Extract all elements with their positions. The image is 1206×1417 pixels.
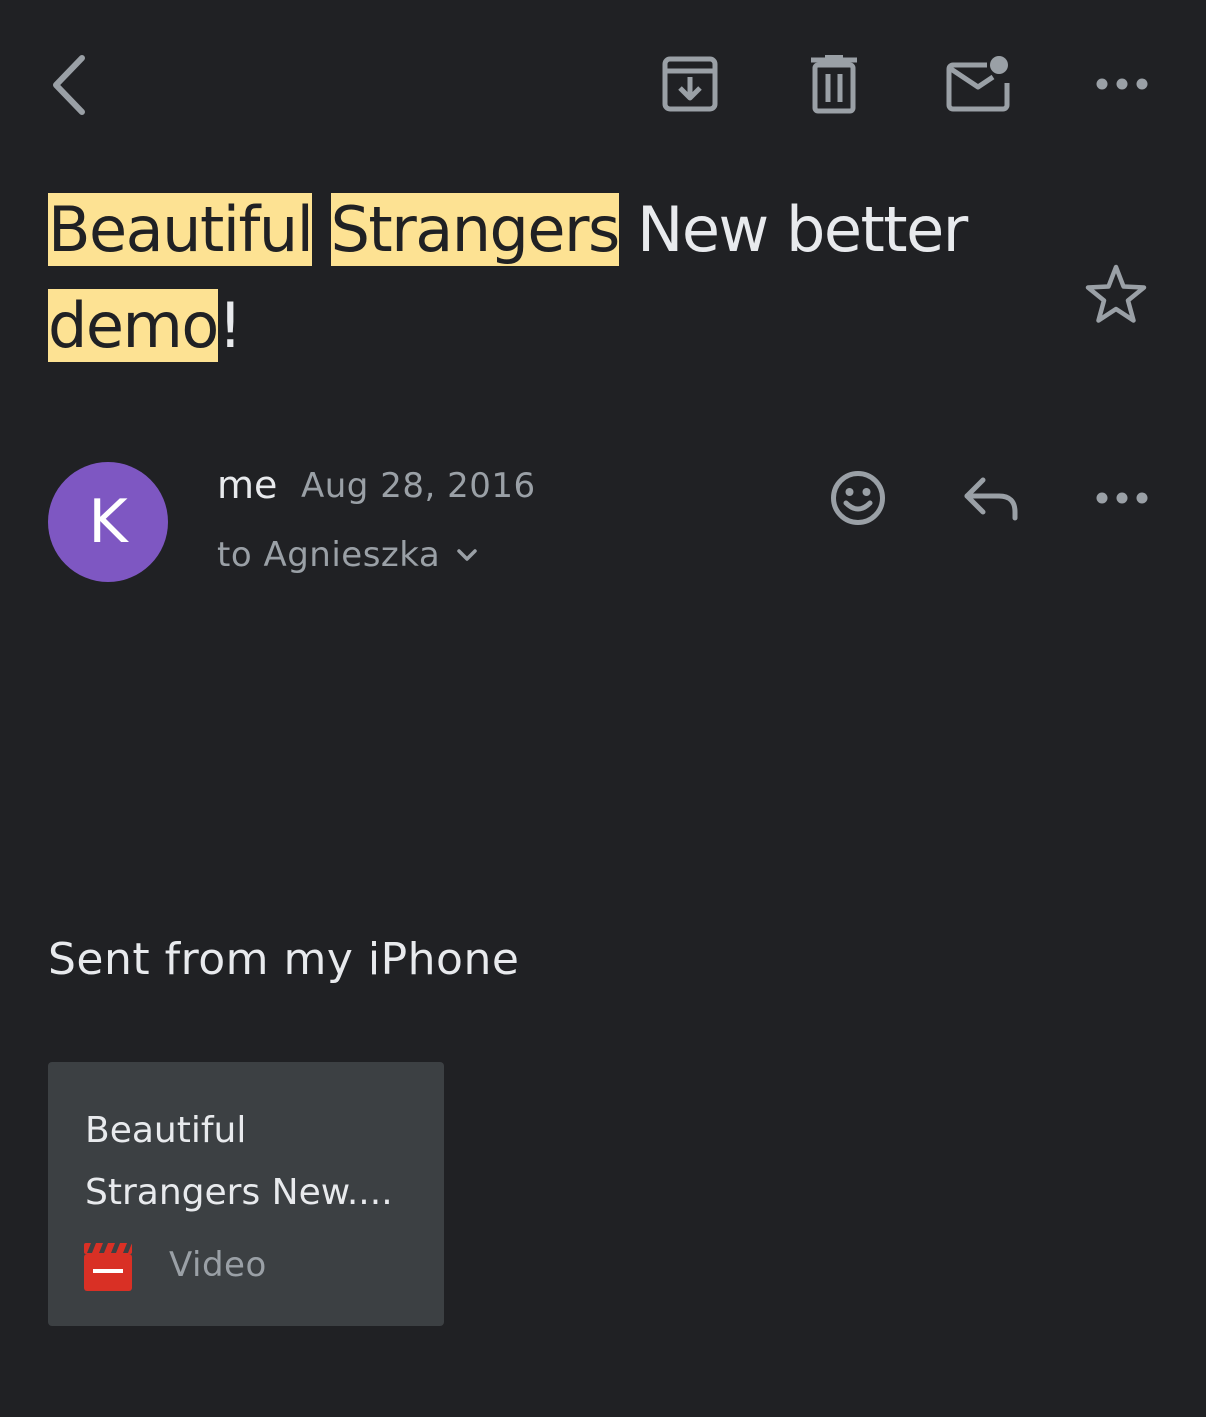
- delete-button[interactable]: [800, 50, 868, 118]
- message-more-button[interactable]: [1090, 478, 1154, 518]
- message-date: Aug 28, 2016: [301, 466, 536, 506]
- subject-highlight: Strangers: [330, 193, 620, 266]
- more-horizontal-icon: [1096, 78, 1148, 90]
- sender-avatar[interactable]: K: [48, 462, 168, 582]
- subject-highlight: demo: [48, 289, 219, 362]
- emoji-reaction-icon: [831, 471, 885, 525]
- mark-unread-icon: [946, 56, 1010, 112]
- recipient-details-toggle[interactable]: to Agnieszka: [217, 535, 478, 575]
- star-button[interactable]: [1080, 258, 1152, 330]
- avatar-letter: K: [88, 487, 128, 557]
- mark-unread-button[interactable]: [944, 50, 1012, 118]
- more-options-button[interactable]: [1090, 64, 1154, 104]
- recipient-label: to Agnieszka: [217, 535, 441, 575]
- sender-name: me: [217, 463, 278, 507]
- chevron-down-icon: [457, 549, 477, 561]
- reply-button[interactable]: [956, 464, 1026, 532]
- archive-icon: [662, 56, 718, 112]
- back-arrow-icon: [53, 55, 85, 115]
- back-button[interactable]: [40, 50, 96, 120]
- video-clapper-icon: [84, 1243, 132, 1291]
- trash-icon: [811, 55, 857, 114]
- emoji-reaction-button[interactable]: [824, 464, 892, 532]
- star-outline-icon: [1085, 264, 1147, 323]
- more-horizontal-icon: [1096, 492, 1148, 504]
- subject-highlight: Beautiful: [48, 193, 314, 266]
- attachment-card[interactable]: Beautiful Strangers New.... Video: [48, 1062, 444, 1326]
- email-subject: Beautiful Strangers New better demo!: [48, 193, 968, 362]
- attachment-type: Video: [169, 1245, 267, 1285]
- attachment-title: Beautiful Strangers New....: [85, 1110, 393, 1213]
- reply-icon: [964, 477, 1018, 521]
- archive-button[interactable]: [656, 50, 724, 118]
- message-body: Sent from my iPhone: [48, 934, 520, 985]
